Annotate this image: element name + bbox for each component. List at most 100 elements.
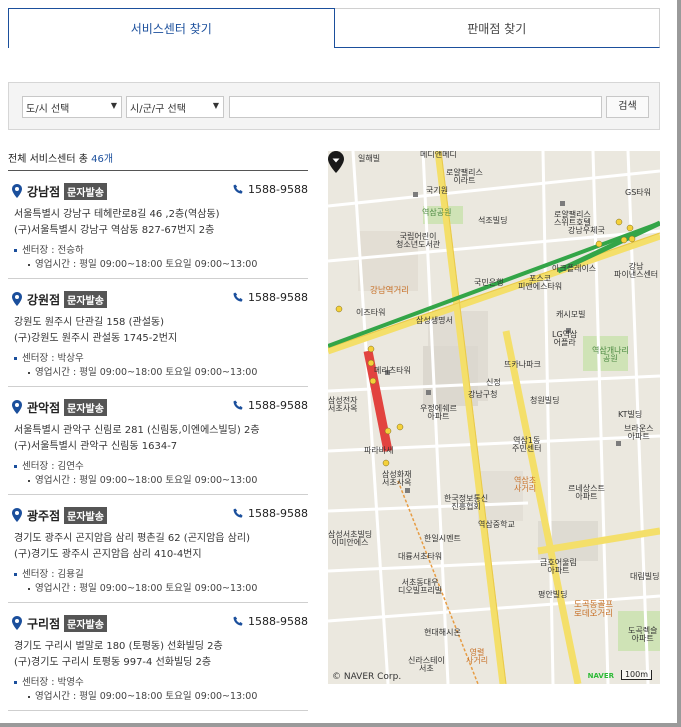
- hours-text: 영업시간 : 평일 09:00~18:00 토요일 09:00~13:00: [35, 475, 258, 486]
- center-name[interactable]: 구리점: [27, 615, 60, 632]
- phone-number: 1588-9588: [248, 291, 308, 304]
- tab-store[interactable]: 판매점 찾기: [334, 8, 660, 48]
- manager-text: 센터장 : 박영수: [22, 677, 84, 688]
- location-pin-icon: [12, 184, 22, 198]
- list-item[interactable]: 구리점 문자발송 1588-9588 경기도 구리시 벌말로 180 (토평동)…: [8, 603, 308, 711]
- map-label: 역삼중학교: [478, 520, 515, 529]
- map-label: GS타워: [625, 188, 651, 197]
- province-select-value: 도/시 선택: [26, 104, 70, 115]
- tab-service-center[interactable]: 서비스센터 찾기: [8, 8, 335, 48]
- bullet-icon: [28, 587, 30, 590]
- map-marker-icon[interactable]: [328, 151, 344, 173]
- keyword-input[interactable]: [229, 96, 602, 118]
- map-label: 메디앤메디: [420, 151, 457, 159]
- city-select[interactable]: 시/군/구 선택 ▼: [126, 96, 224, 118]
- bullet-icon: [14, 249, 17, 252]
- sms-badge-button[interactable]: 문자발송: [64, 182, 107, 200]
- map-label: 삼성서초빌딩 이미안에스: [328, 530, 373, 548]
- center-manager: 센터장 : 전승하: [14, 242, 84, 256]
- map-view[interactable]: 일해빌 메디앤메디 로얄팰리스 이라트 국기원 GS타워 역삼공원 석조빌딩 로…: [328, 151, 660, 684]
- bullet-icon: [14, 573, 17, 576]
- center-address: 경기도 광주시 곤지암읍 삼리 평촌길 62 (곤지암읍 삼리): [14, 533, 250, 544]
- center-address: 경기도 구리시 벌말로 180 (토평동) 선화빌딩 2층: [14, 641, 223, 652]
- map-label: 강남 파이낸스센터: [614, 262, 659, 280]
- sms-badge-button[interactable]: 문자발송: [64, 614, 107, 632]
- center-head: 관악점 문자발송: [12, 398, 107, 416]
- list-item[interactable]: 관악점 문자발송 1588-9588 서울특별시 관악구 신림로 281 (신림…: [8, 387, 308, 495]
- center-head: 강남점 문자발송: [12, 182, 107, 200]
- center-head: 광주점 문자발송: [12, 506, 107, 524]
- phone-icon: [233, 508, 243, 518]
- map-label: 신라스테이 서초: [408, 656, 445, 674]
- province-select[interactable]: 도/시 선택 ▼: [22, 96, 122, 118]
- center-old-address: (구)경기도 광주시 곤지암읍 삼리 410-4번지: [14, 549, 202, 560]
- center-phone: 1588-9588: [233, 183, 308, 196]
- map-label: 한국정보통신 진흥협회: [444, 494, 489, 512]
- search-button[interactable]: 검색: [606, 96, 649, 118]
- phone-icon: [233, 616, 243, 626]
- center-phone: 1588-9588: [233, 615, 308, 628]
- center-hours: 영업시간 : 평일 09:00~18:00 토요일 09:00~13:00: [28, 580, 257, 594]
- bullet-icon: [14, 465, 17, 468]
- map-label: 삼성전자 서초사옥: [328, 396, 358, 414]
- city-select-value: 시/군/구 선택: [130, 104, 186, 115]
- list-header: 전체 서비스센터 총 46개: [8, 150, 308, 171]
- map-label: 국기원: [426, 186, 449, 195]
- sms-badge-button[interactable]: 문자발송: [64, 290, 107, 308]
- manager-text: 센터장 : 박상우: [22, 353, 84, 364]
- map-label: 강남역거리: [370, 286, 410, 296]
- bullet-icon: [14, 681, 17, 684]
- list-item[interactable]: 강원점 문자발송 1588-9588 강원도 원주시 단관길 158 (관설동)…: [8, 279, 308, 387]
- page-frame: 서비스센터 찾기 판매점 찾기 도/시 선택 ▼ 시/군/구 선택 ▼ 검색 전…: [0, 0, 681, 727]
- center-hours: 영업시간 : 평일 09:00~18:00 토요일 09:00~13:00: [28, 472, 257, 486]
- map-label: 아크플레이스: [552, 264, 597, 273]
- sms-badge-button[interactable]: 문자발송: [64, 506, 107, 524]
- center-head: 구리점 문자발송: [12, 614, 107, 632]
- center-name[interactable]: 강남점: [27, 183, 60, 200]
- phone-number: 1588-9588: [248, 507, 308, 520]
- map-label: 포스코 피앤에스타워: [518, 274, 563, 292]
- naver-logo: NAVER: [587, 672, 614, 680]
- center-manager: 센터장 : 김용길: [14, 566, 84, 580]
- bullet-icon: [28, 479, 30, 482]
- center-address: 서울특별시 관악구 신림로 281 (신림동,이엔에스빌딩) 2층: [14, 425, 260, 436]
- map-scale: 100m: [620, 670, 652, 680]
- list-item[interactable]: 강남점 문자발송 1588-9588 서울특별시 강남구 테헤란로8길 46 ,…: [8, 171, 308, 279]
- map-label: 브라운스 아파트: [624, 424, 654, 442]
- bullet-icon: [14, 357, 17, 360]
- manager-text: 센터장 : 김용길: [22, 569, 84, 580]
- center-old-address: (구)서울특별시 관악구 신림동 1634-7: [14, 441, 178, 452]
- search-panel: 도/시 선택 ▼ 시/군/구 선택 ▼ 검색: [8, 82, 660, 130]
- sms-badge-button[interactable]: 문자발송: [64, 398, 107, 416]
- manager-text: 센터장 : 전승하: [22, 245, 84, 256]
- center-name[interactable]: 강원점: [27, 291, 60, 308]
- center-hours: 영업시간 : 평일 09:00~18:00 토요일 09:00~13:00: [28, 364, 257, 378]
- map-label: 역삼초 사거리: [514, 476, 537, 494]
- list-item[interactable]: 광주점 문자발송 1588-9588 경기도 광주시 곤지암읍 삼리 평촌길 6…: [8, 495, 308, 603]
- map-label: 르네상스트 아파트: [568, 484, 605, 502]
- center-name[interactable]: 관악점: [27, 399, 60, 416]
- location-pin-icon: [12, 508, 22, 522]
- map-label: 석조빌딩: [478, 216, 508, 225]
- map-label: 삼성화재 서초사옥: [382, 470, 412, 488]
- bullet-icon: [28, 695, 30, 698]
- map-label: 이즈타워: [356, 308, 386, 317]
- phone-number: 1588-9588: [248, 615, 308, 628]
- center-manager: 센터장 : 박상우: [14, 350, 84, 364]
- tab-bar: 서비스센터 찾기 판매점 찾기: [8, 8, 660, 48]
- phone-number: 1588-9588: [248, 183, 308, 196]
- center-phone: 1588-9588: [233, 399, 308, 412]
- map-label: 영렬 사거리: [466, 648, 489, 666]
- hours-text: 영업시간 : 평일 09:00~18:00 토요일 09:00~13:00: [35, 691, 258, 702]
- hours-text: 영업시간 : 평일 09:00~18:00 토요일 09:00~13:00: [35, 583, 258, 594]
- map-label: 국민은행: [474, 278, 504, 287]
- bullet-icon: [28, 263, 30, 266]
- map-label: 일해빌: [358, 154, 381, 163]
- map-label: LG역삼 어플라: [552, 330, 578, 348]
- center-head: 강원점 문자발송: [12, 290, 107, 308]
- phone-number: 1588-9588: [248, 399, 308, 412]
- map-label: 역삼1동 주민센터: [512, 436, 542, 454]
- center-name[interactable]: 광주점: [27, 507, 60, 524]
- map-label: 파라바세: [364, 446, 394, 455]
- center-manager: 센터장 : 박영수: [14, 674, 84, 688]
